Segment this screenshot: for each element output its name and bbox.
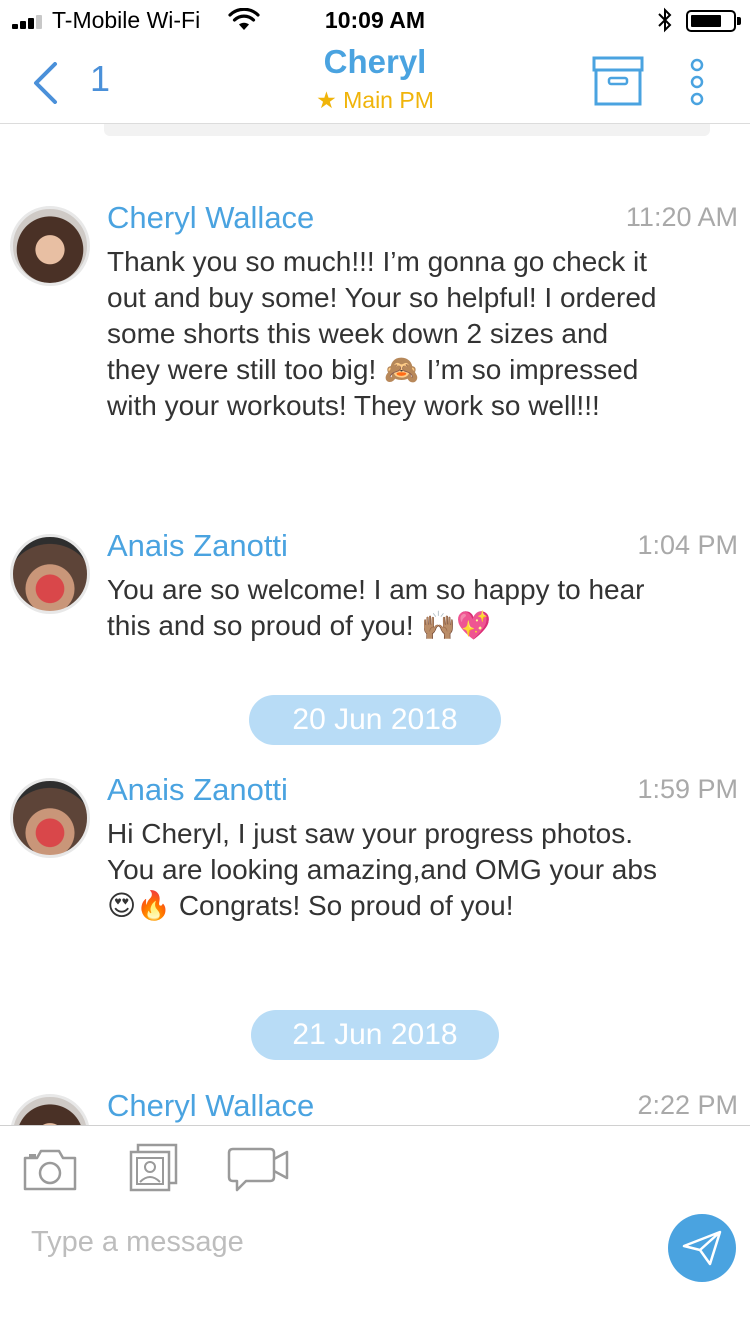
status-time: 10:09 AM	[324, 7, 426, 33]
previous-attachment-edge	[104, 124, 710, 136]
message-time: 11:20 AM	[625, 202, 738, 232]
message-input[interactable]: Type a message	[31, 1226, 244, 1259]
avatar[interactable]	[10, 1094, 90, 1125]
message-item: Anais Zanotti 1:59 PM Hi Cheryl, I just …	[0, 772, 750, 972]
avatar[interactable]	[10, 206, 90, 286]
message-time: 1:04 PM	[637, 530, 738, 560]
archive-icon[interactable]	[592, 56, 644, 106]
chat-header: 1 Cheryl ★ Main PM	[0, 40, 750, 124]
more-options-icon[interactable]	[686, 58, 708, 108]
bluetooth-icon	[658, 7, 672, 33]
video-camera-icon[interactable]	[226, 1144, 290, 1194]
sender-name[interactable]: Cheryl Wallace	[107, 1088, 314, 1124]
message-text: Hi Cheryl, I just saw your progress phot…	[107, 818, 657, 921]
camera-icon[interactable]	[22, 1146, 78, 1192]
gallery-icon[interactable]	[128, 1142, 180, 1194]
avatar[interactable]	[10, 534, 90, 614]
date-separator: 21 Jun 2018	[251, 1010, 499, 1060]
message-item: Cheryl Wallace 11:20 AM Thank you so muc…	[0, 200, 750, 480]
sender-name[interactable]: Cheryl Wallace	[107, 200, 314, 236]
date-separator: 20 Jun 2018	[249, 695, 501, 745]
message-time: 1:59 PM	[637, 774, 738, 804]
message-item: Anais Zanotti 1:04 PM You are so welcome…	[0, 528, 750, 658]
message-text: Thank you so much!!! I’m gonna go check …	[107, 246, 657, 421]
send-icon	[682, 1230, 722, 1266]
send-button[interactable]	[668, 1214, 736, 1282]
message-time: 2:22 PM	[637, 1090, 738, 1120]
status-bar: T-Mobile Wi-Fi 10:09 AM	[0, 0, 750, 40]
battery-icon	[686, 10, 741, 32]
avatar[interactable]	[10, 778, 90, 858]
message-item: Cheryl Wallace 2:22 PM	[0, 1088, 750, 1125]
sender-name[interactable]: Anais Zanotti	[107, 528, 288, 564]
sender-name[interactable]: Anais Zanotti	[107, 772, 288, 808]
message-text: You are so welcome! I am so happy to hea…	[107, 574, 645, 641]
message-composer: Type a message	[0, 1125, 750, 1334]
